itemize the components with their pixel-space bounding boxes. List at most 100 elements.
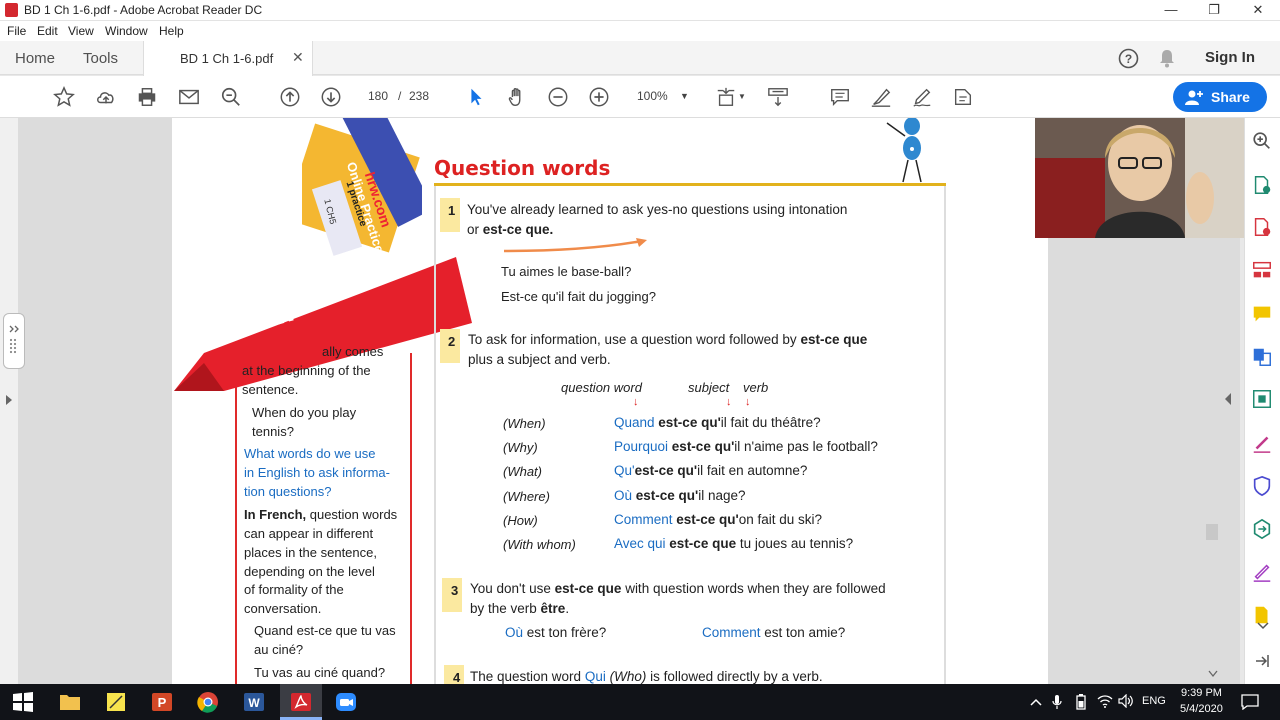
row-rest: il fait du théâtre? [720, 415, 821, 430]
row-rest: tu joues au tennis? [736, 536, 854, 551]
row-estce: est-ce qu' [632, 488, 699, 503]
comment-icon[interactable] [828, 85, 852, 109]
section3-text-a-plain: You don't use [470, 581, 555, 596]
scroll-down-arrow-icon[interactable] [1208, 670, 1218, 678]
row-french: Quand est-ce qu'il fait du théâtre? [614, 415, 821, 430]
tab-document-label: BD 1 Ch 1-6.pdf [180, 51, 274, 66]
powerpoint-icon[interactable]: P [150, 690, 174, 714]
rail-export-pdf-icon[interactable] [1251, 174, 1275, 198]
rail-send-review-icon[interactable] [1251, 518, 1275, 542]
collapse-tools-pane-icon[interactable] [1224, 393, 1232, 405]
close-window-button[interactable]: ✕ [1236, 0, 1280, 21]
rail-search-icon[interactable] [1251, 130, 1275, 154]
section3-text-a-end: with question words when they are follow… [621, 581, 886, 596]
rail-organize-pages-icon[interactable] [1251, 259, 1275, 283]
print-icon[interactable] [135, 85, 159, 109]
page-total: 238 [409, 89, 430, 103]
section4-text-c: is followed directly by a verb. [646, 669, 823, 684]
word-icon[interactable]: W [242, 690, 266, 714]
rail-edit-pdf-icon[interactable] [1251, 561, 1275, 585]
page-number-input[interactable]: 180 [368, 89, 388, 103]
sticky-notes-icon[interactable] [104, 690, 128, 714]
tab-document[interactable]: BD 1 Ch 1-6.pdf ✕ [143, 41, 313, 76]
menu-bar: File Edit View Window Help [0, 21, 1280, 41]
expand-panel-icon[interactable] [5, 395, 13, 405]
left-panel-toggle[interactable] [3, 313, 25, 369]
zoom-in-icon[interactable] [587, 85, 611, 109]
action-center-icon[interactable] [1241, 694, 1259, 710]
sidebar-ex1-line1: Quand est-ce que tu vas [254, 623, 396, 638]
input-language[interactable]: ENG [1142, 695, 1166, 707]
fit-page-icon[interactable] [714, 85, 738, 109]
minimize-button[interactable]: — [1149, 0, 1193, 21]
row-french: Avec qui est-ce que tu joues au tennis? [614, 536, 853, 551]
rail-fill-sign-icon[interactable] [1251, 432, 1275, 456]
section3-text-b-plain: by the verb [470, 601, 541, 616]
rail-chevron-down-icon[interactable] [1257, 622, 1269, 630]
tab-home[interactable]: Home [15, 50, 55, 67]
tray-show-hidden-icon[interactable] [1030, 698, 1042, 706]
clock-date[interactable]: 5/4/2020 [1180, 703, 1223, 715]
menu-edit[interactable]: Edit [37, 24, 58, 38]
section1-text-b-bold: est-ce que. [482, 222, 554, 237]
zoom-app-icon[interactable] [334, 690, 358, 714]
menu-window[interactable]: Window [105, 24, 148, 38]
chrome-icon[interactable] [196, 690, 220, 714]
more-tools-icon[interactable] [951, 85, 975, 109]
email-icon[interactable] [177, 85, 201, 109]
clock-time[interactable]: 9:39 PM [1181, 687, 1222, 699]
sidebar-french-line1: In French, question words [244, 507, 397, 522]
search-zoom-icon[interactable] [219, 85, 243, 109]
row-rest: il fait en automne? [697, 463, 808, 478]
row-qword: Où [614, 488, 633, 503]
scroll-mode-icon[interactable] [766, 85, 790, 109]
section2-text-a-plain: To ask for information, use a question w… [468, 332, 801, 347]
section1-ex1: Tu aimes le base-ball? [501, 264, 632, 279]
svg-text:?: ? [1125, 52, 1132, 66]
rail-comment-icon[interactable] [1251, 303, 1275, 327]
fit-chevron-down-icon[interactable]: ▼ [738, 92, 746, 101]
menu-view[interactable]: View [68, 24, 94, 38]
sidebar-blue-q2: in English to ask informa- [244, 465, 390, 480]
rail-combine-files-icon[interactable] [1251, 346, 1275, 370]
section3-ex2: Comment est ton amie? [702, 625, 845, 640]
restore-button[interactable]: ❐ [1192, 0, 1236, 21]
acrobat-icon[interactable] [289, 690, 313, 714]
section3-ex1-rest: est ton frère? [523, 625, 607, 640]
close-tab-icon[interactable]: ✕ [292, 49, 304, 66]
highlight-pen-icon[interactable] [869, 85, 893, 109]
microphone-icon[interactable] [1052, 694, 1062, 710]
tab-tools[interactable]: Tools [83, 50, 118, 67]
bookmark-star-icon[interactable] [52, 85, 76, 109]
fill-sign-icon[interactable] [910, 85, 934, 109]
select-cursor-icon[interactable] [464, 85, 488, 109]
share-button[interactable]: Share [1173, 82, 1267, 112]
zoom-level-select[interactable]: 100% [637, 89, 668, 103]
zoom-chevron-down-icon[interactable]: ▼ [680, 91, 689, 101]
wifi-icon[interactable] [1097, 694, 1113, 708]
scrollbar-thumb[interactable] [1206, 524, 1218, 540]
hand-tool-icon[interactable] [505, 85, 529, 109]
notification-bell-icon[interactable] [1159, 49, 1175, 68]
row-french: Pourquoi est-ce qu'il n'aime pas le foot… [614, 439, 878, 454]
section3-text-a-bold: est-ce que [554, 581, 622, 596]
zoom-out-icon[interactable] [546, 85, 570, 109]
file-explorer-icon[interactable] [58, 690, 82, 714]
menu-file[interactable]: File [7, 24, 26, 38]
menu-help[interactable]: Help [159, 24, 184, 38]
previous-page-icon[interactable] [278, 85, 302, 109]
windows-start-icon[interactable] [11, 690, 35, 714]
rail-protect-icon[interactable] [1251, 475, 1275, 499]
next-page-icon[interactable] [319, 85, 343, 109]
volume-icon[interactable] [1118, 694, 1134, 708]
rail-collapse-icon[interactable] [1255, 654, 1269, 668]
upload-cloud-icon[interactable] [94, 85, 118, 109]
battery-icon[interactable] [1076, 694, 1086, 710]
rail-compress-icon[interactable] [1251, 388, 1275, 412]
rail-create-pdf-icon[interactable] [1251, 216, 1275, 240]
section3-ex2-rest: est ton amie? [760, 625, 846, 640]
help-icon[interactable]: ? [1118, 48, 1139, 69]
sidebar-ex1-line2: au ciné? [254, 642, 304, 657]
sign-in-link[interactable]: Sign In [1205, 49, 1255, 66]
row-rest: il nage? [698, 488, 746, 503]
